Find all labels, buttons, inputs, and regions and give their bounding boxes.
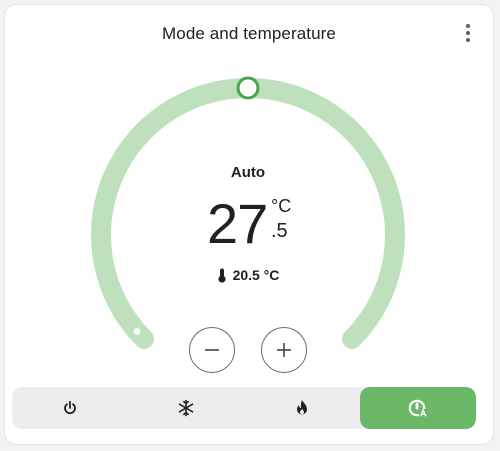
temperature-unit: °C xyxy=(271,196,292,216)
mode-cool-button[interactable] xyxy=(128,387,244,429)
flame-icon xyxy=(297,400,307,415)
mode-auto-button[interactable] xyxy=(360,387,476,429)
mode-label: Auto xyxy=(230,164,266,181)
setpoint-handle[interactable] xyxy=(236,76,260,100)
mode-heat-button[interactable] xyxy=(244,387,360,429)
minus-icon xyxy=(205,349,219,351)
power-icon xyxy=(64,400,76,415)
current-temperature: 20.5 °C xyxy=(0,267,496,283)
mode-off-button[interactable] xyxy=(12,387,128,429)
hvac-mode-bar xyxy=(12,387,476,429)
increase-temperature-button[interactable] xyxy=(261,327,307,373)
current-temperature-marker xyxy=(133,327,141,335)
target-temperature-decimal: .5 xyxy=(271,220,288,242)
target-temperature-integer: 27 xyxy=(207,192,268,255)
thermostat-auto-icon xyxy=(408,399,428,418)
plus-icon xyxy=(277,343,291,357)
decrease-temperature-button[interactable] xyxy=(189,327,235,373)
current-temperature-value: 20.5 °C xyxy=(232,267,280,283)
snowflake-icon xyxy=(178,399,194,417)
thermometer-icon xyxy=(217,268,226,283)
